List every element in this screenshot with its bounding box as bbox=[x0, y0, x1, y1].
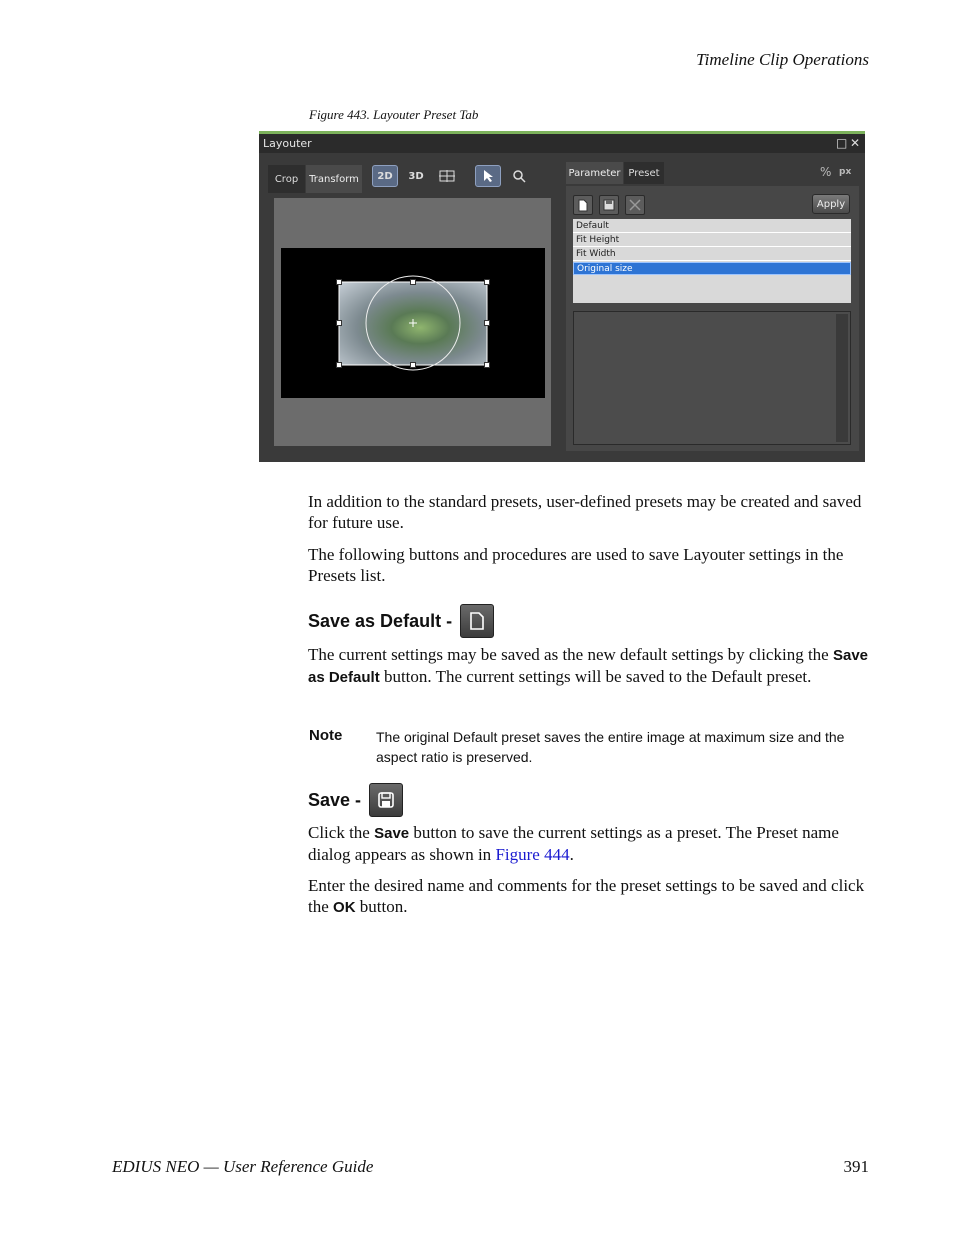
resize-handle[interactable] bbox=[410, 362, 416, 368]
paragraph: Enter the desired name and comments for … bbox=[308, 875, 870, 918]
preset-item-fit-width[interactable]: Fit Width bbox=[573, 248, 851, 261]
note-text: The original Default preset saves the en… bbox=[376, 729, 845, 765]
text: The current settings may be saved as the… bbox=[308, 645, 833, 664]
apply-button[interactable]: Apply bbox=[812, 194, 850, 214]
note-label: Note bbox=[309, 727, 343, 744]
text: button. The current settings will be sav… bbox=[379, 667, 812, 686]
tab-preset[interactable]: Preset bbox=[624, 162, 664, 184]
figure-link[interactable]: Figure 444 bbox=[495, 845, 569, 864]
heading-save: Save - bbox=[308, 783, 404, 817]
running-header: Timeline Clip Operations bbox=[696, 50, 869, 69]
preset-item-fit-height[interactable]: Fit Height bbox=[573, 234, 851, 247]
percent-unit-button[interactable]: % bbox=[820, 165, 831, 179]
preset-item-original-size[interactable]: Original size bbox=[573, 262, 851, 275]
paragraph: Click the Save button to save the curren… bbox=[308, 822, 870, 865]
resize-handle[interactable] bbox=[484, 279, 490, 285]
figure-caption: Figure 443. Layouter Preset Tab bbox=[309, 107, 479, 122]
resize-handle[interactable] bbox=[484, 362, 490, 368]
footer-guide-title: EDIUS NEO — User Reference Guide bbox=[112, 1157, 374, 1176]
paragraph: In addition to the standard presets, use… bbox=[308, 492, 862, 532]
heading-text: Save - bbox=[308, 789, 362, 810]
heading-save-as-default: Save as Default - bbox=[308, 604, 495, 638]
resize-handle[interactable] bbox=[336, 362, 342, 368]
keyword: Save bbox=[374, 825, 410, 842]
save-icon bbox=[369, 783, 404, 817]
text: . bbox=[569, 845, 574, 864]
tab-parameter[interactable]: Parameter bbox=[566, 162, 623, 184]
delete-icon[interactable] bbox=[625, 195, 645, 215]
heading-text: Save as Default - bbox=[308, 610, 453, 631]
resize-handle[interactable] bbox=[336, 279, 342, 285]
scrollbar[interactable] bbox=[836, 314, 848, 442]
resize-handle[interactable] bbox=[410, 279, 416, 285]
pixel-unit-button[interactable]: px bbox=[839, 167, 851, 177]
text: button. bbox=[355, 897, 408, 916]
resize-handle[interactable] bbox=[336, 320, 342, 326]
save-as-default-icon[interactable] bbox=[573, 195, 593, 215]
save-as-default-icon bbox=[460, 604, 495, 638]
layouter-screenshot: Layouter □ ✕ Crop Transform 2D 3D Parame… bbox=[259, 131, 865, 462]
resize-handle[interactable] bbox=[484, 320, 490, 326]
paragraph: The following buttons and procedures are… bbox=[308, 545, 844, 585]
paragraph: The current settings may be saved as the… bbox=[308, 644, 870, 688]
preset-comment-area bbox=[573, 311, 851, 445]
text: Click the bbox=[308, 823, 375, 842]
preset-list: Default Fit Height Fit Width Original si… bbox=[573, 219, 851, 303]
save-icon[interactable] bbox=[599, 195, 619, 215]
keyword: OK bbox=[333, 899, 356, 916]
preset-item-default[interactable]: Default bbox=[573, 220, 851, 233]
page-number: 391 bbox=[843, 1157, 870, 1176]
